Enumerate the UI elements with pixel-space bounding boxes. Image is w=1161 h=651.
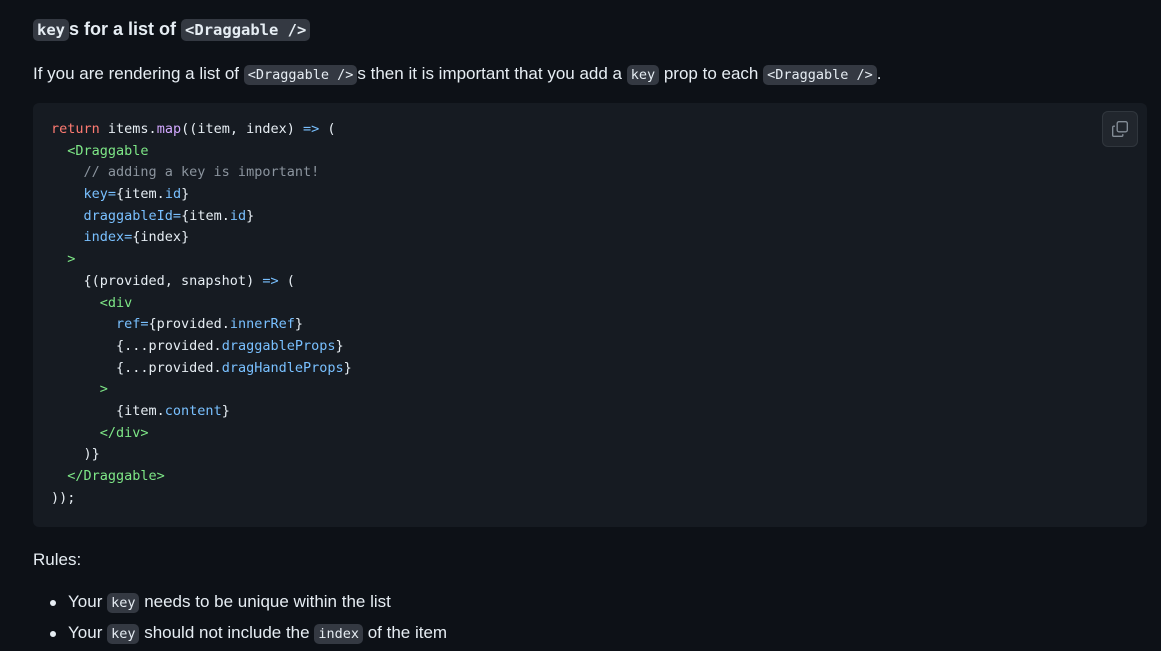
code-token: } (343, 359, 352, 376)
code-token: {index} (132, 229, 190, 246)
rule-code-index: index (314, 624, 363, 644)
code-token: )); (51, 489, 76, 506)
code-token: } (246, 207, 255, 224)
intro-code-key: key (626, 65, 660, 85)
code-token: > (51, 251, 76, 268)
code-token: = (107, 186, 117, 203)
code-line: <div (51, 293, 352, 315)
code-token: => (262, 272, 279, 289)
code-token: ((item, index) (181, 121, 303, 137)
list-item: Your key needs to be unique within the l… (33, 589, 447, 620)
code-token: ( (319, 121, 336, 137)
code-token: content (164, 402, 222, 419)
code-token: {item. (181, 207, 230, 224)
code-line: > (51, 379, 352, 401)
section-heading: key s for a list of <Draggable /> (33, 16, 311, 42)
code-line: {(provided, snapshot) => ( (51, 271, 352, 293)
code-token: dragHandleProps (221, 359, 344, 376)
rule-text: of the item (362, 623, 448, 642)
code-line: </Draggable> (51, 466, 352, 488)
code-token: innerRef (229, 316, 295, 333)
code-token: ( (278, 272, 295, 289)
code-token: <div (51, 294, 133, 311)
code-token: {item. (51, 402, 165, 419)
code-token: = (172, 207, 182, 224)
code-token: // adding a key is important! (51, 164, 320, 181)
rule-text: needs to be unique within the list (139, 592, 391, 611)
code-token: index (51, 229, 125, 246)
rule-text: Your (68, 623, 108, 642)
code-token: id (229, 207, 247, 224)
code-token: <Draggable (51, 142, 149, 159)
code-line: return items.map((item, index) => ( (51, 119, 352, 141)
intro-text-3: prop to each (659, 64, 764, 83)
code-token: id (164, 186, 182, 203)
code-token: draggableId (51, 207, 173, 224)
code-token: ref (51, 316, 141, 333)
bullet-icon (50, 600, 56, 606)
copy-code-button[interactable] (1102, 111, 1138, 147)
code-line: draggableId={item.id} (51, 206, 352, 228)
rule-code-key: key (107, 624, 140, 644)
code-token: {...provided. (51, 359, 222, 376)
code-token: draggableProps (221, 337, 336, 354)
code-token: } (221, 402, 230, 419)
rules-list: Your key needs to be unique within the l… (33, 589, 447, 651)
code-line: > (51, 249, 352, 271)
code-line: // adding a key is important! (51, 162, 352, 184)
code-token: } (294, 316, 303, 333)
copy-icon (1112, 121, 1128, 137)
intro-text-2: s then it is important that you add a (357, 64, 627, 83)
code-token: </div> (51, 424, 149, 441)
bullet-icon (50, 631, 56, 637)
code-line: )); (51, 488, 352, 510)
code-line: )} (51, 444, 352, 466)
rules-label: Rules: (33, 550, 82, 569)
code-token: {(provided, snapshot) (51, 272, 263, 289)
code-token: } (335, 337, 344, 354)
code-token: {...provided. (51, 337, 222, 354)
code-line: {...provided.dragHandleProps} (51, 358, 352, 380)
code-line: key={item.id} (51, 184, 352, 206)
intro-paragraph: If you are rendering a list of <Draggabl… (33, 61, 882, 88)
heading-code-draggable: <Draggable /> (181, 19, 311, 41)
intro-code-draggable-2: <Draggable /> (763, 65, 877, 85)
intro-code-draggable-1: <Draggable /> (243, 65, 358, 85)
code-token: {item. (116, 186, 165, 203)
code-token: return (51, 121, 100, 137)
code-token: map (156, 121, 182, 137)
docs-page: key s for a list of <Draggable /> If you … (0, 0, 1161, 651)
code-line: {item.content} (51, 401, 352, 423)
code-token: => (303, 121, 320, 137)
list-item: Your key should not include the index of… (33, 620, 447, 651)
code-token: > (51, 381, 108, 398)
code-line: ref={provided.innerRef} (51, 314, 352, 336)
code-token: } (181, 186, 190, 203)
code-line: <Draggable (51, 141, 352, 163)
code-content: return items.map((item, index) => ( <Dra… (51, 119, 352, 509)
code-token: </Draggable> (51, 468, 165, 484)
rule-code-key: key (107, 593, 140, 613)
code-token: items. (99, 121, 157, 137)
code-token: {provided. (148, 316, 230, 333)
code-line: </div> (51, 423, 352, 445)
intro-text-4: . (876, 64, 882, 83)
heading-code-key: key (33, 19, 69, 41)
rule-text: Your (68, 592, 108, 611)
code-token: = (140, 316, 149, 333)
code-line: {...provided.draggableProps} (51, 336, 352, 358)
intro-text-1: If you are rendering a list of (33, 64, 244, 83)
code-line: index={index} (51, 227, 352, 249)
code-block: return items.map((item, index) => ( <Dra… (33, 103, 1147, 527)
rule-text: should not include the (139, 623, 315, 642)
code-token: key (51, 186, 108, 203)
heading-text: s for a list of (69, 19, 182, 39)
code-token: )} (51, 446, 100, 463)
